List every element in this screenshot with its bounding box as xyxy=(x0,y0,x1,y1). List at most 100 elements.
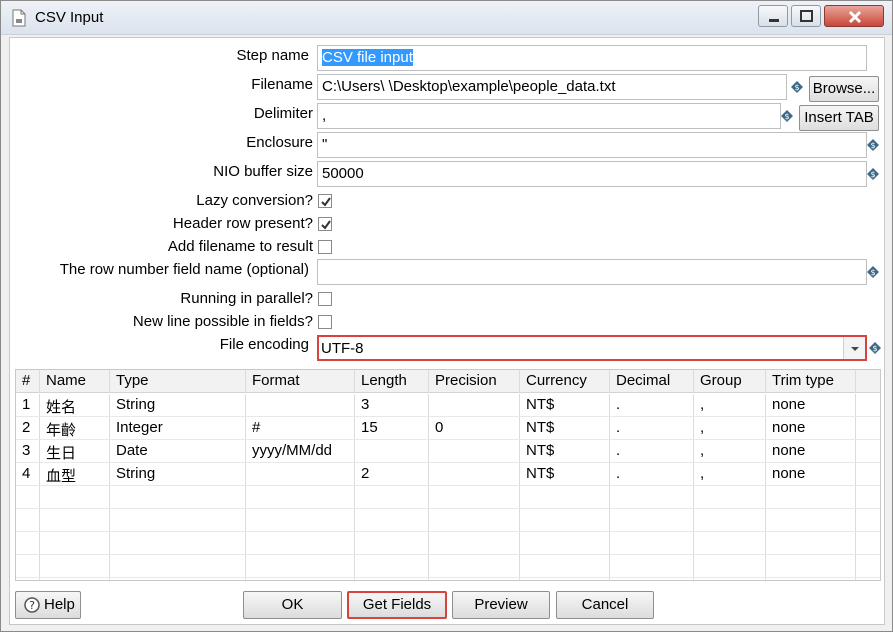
column-header[interactable]: # xyxy=(16,370,40,393)
table-cell[interactable]: 血型 xyxy=(40,463,110,486)
table-cell[interactable]: Integer xyxy=(110,417,246,440)
table-cell[interactable]: . xyxy=(610,463,694,486)
table-cell[interactable]: 姓名 xyxy=(40,394,110,417)
column-header[interactable]: Length xyxy=(355,370,429,393)
table-cell[interactable] xyxy=(766,578,856,580)
table-cell[interactable] xyxy=(110,578,246,580)
table-cell[interactable] xyxy=(110,509,246,532)
table-cell[interactable] xyxy=(610,555,694,578)
insert-tab-button[interactable]: Insert TAB xyxy=(799,105,879,131)
table-cell[interactable] xyxy=(246,555,355,578)
table-cell[interactable] xyxy=(246,532,355,555)
title-bar[interactable]: CSV Input xyxy=(1,1,892,35)
lazy-conversion-checkbox[interactable] xyxy=(318,194,332,208)
table-cell[interactable] xyxy=(429,486,520,509)
table-cell[interactable]: , xyxy=(694,394,766,417)
table-cell[interactable] xyxy=(110,555,246,578)
table-cell[interactable] xyxy=(429,532,520,555)
table-cell[interactable] xyxy=(766,486,856,509)
table-cell[interactable] xyxy=(429,440,520,463)
table-cell[interactable]: . xyxy=(610,417,694,440)
table-cell[interactable] xyxy=(429,578,520,580)
table-cell[interactable] xyxy=(694,532,766,555)
table-cell[interactable] xyxy=(694,486,766,509)
table-cell[interactable]: , xyxy=(694,463,766,486)
table-cell[interactable] xyxy=(355,555,429,578)
minimize-button[interactable] xyxy=(758,5,788,27)
nio-buffer-input[interactable]: 50000 xyxy=(317,161,867,187)
row-number-input[interactable] xyxy=(317,259,867,285)
table-cell[interactable] xyxy=(520,555,610,578)
table-cell[interactable] xyxy=(429,509,520,532)
table-row[interactable]: 3 生日 Date yyyy/MM/dd NT$., none xyxy=(16,440,880,463)
table-cell[interactable] xyxy=(610,532,694,555)
table-cell[interactable]: yyyy/MM/dd xyxy=(246,440,355,463)
table-cell[interactable]: . xyxy=(610,440,694,463)
table-row[interactable] xyxy=(16,509,880,532)
column-header[interactable]: Currency xyxy=(520,370,610,393)
table-row[interactable] xyxy=(16,532,880,555)
table-cell[interactable]: , xyxy=(694,417,766,440)
table-cell[interactable] xyxy=(246,578,355,580)
table-cell[interactable]: # xyxy=(246,417,355,440)
table-cell[interactable] xyxy=(429,394,520,417)
table-cell[interactable] xyxy=(694,578,766,580)
parallel-checkbox[interactable] xyxy=(318,292,332,306)
table-cell[interactable] xyxy=(40,555,110,578)
table-row[interactable]: 1 姓名 String 3 NT$., none xyxy=(16,394,880,417)
table-cell[interactable] xyxy=(766,555,856,578)
table-row[interactable] xyxy=(16,578,880,580)
close-button[interactable] xyxy=(824,5,884,27)
filename-input[interactable]: C:\Users\ \Desktop\example\people_data.t… xyxy=(317,74,787,100)
table-cell[interactable]: 年齡 xyxy=(40,417,110,440)
table-cell[interactable] xyxy=(40,532,110,555)
table-cell[interactable] xyxy=(110,532,246,555)
table-cell[interactable]: none xyxy=(766,394,856,417)
table-cell[interactable]: . xyxy=(610,394,694,417)
cancel-button[interactable]: Cancel xyxy=(556,591,654,619)
preview-button[interactable]: Preview xyxy=(452,591,550,619)
column-header[interactable]: Name xyxy=(40,370,110,393)
table-cell[interactable]: none xyxy=(766,417,856,440)
table-cell[interactable] xyxy=(110,486,246,509)
column-header[interactable]: Group xyxy=(694,370,766,393)
table-cell[interactable] xyxy=(355,578,429,580)
fields-table[interactable]: # Name Type Format Length Precision Curr… xyxy=(15,369,881,581)
table-cell[interactable] xyxy=(766,509,856,532)
table-cell[interactable] xyxy=(610,486,694,509)
table-cell[interactable]: String xyxy=(110,394,246,417)
table-cell[interactable] xyxy=(40,509,110,532)
table-cell[interactable] xyxy=(520,509,610,532)
table-cell[interactable]: String xyxy=(110,463,246,486)
enclosure-input[interactable]: " xyxy=(317,132,867,158)
table-cell[interactable] xyxy=(355,486,429,509)
column-header[interactable]: Trim type xyxy=(766,370,856,393)
table-row[interactable] xyxy=(16,486,880,509)
help-button[interactable]: ? Help xyxy=(15,591,81,619)
table-cell[interactable]: NT$ xyxy=(520,417,610,440)
table-cell[interactable] xyxy=(429,555,520,578)
table-cell[interactable]: 15 xyxy=(355,417,429,440)
table-cell[interactable]: none xyxy=(766,463,856,486)
table-cell[interactable] xyxy=(246,486,355,509)
table-cell[interactable]: NT$ xyxy=(520,394,610,417)
dropdown-button[interactable] xyxy=(843,337,865,359)
column-header[interactable]: Type xyxy=(110,370,246,393)
column-header[interactable]: Precision xyxy=(429,370,520,393)
get-fields-button[interactable]: Get Fields xyxy=(347,591,447,619)
browse-button[interactable]: Browse... xyxy=(809,76,879,102)
column-header[interactable]: Decimal xyxy=(610,370,694,393)
table-cell[interactable] xyxy=(610,509,694,532)
table-cell[interactable]: 生日 xyxy=(40,440,110,463)
table-cell[interactable]: , xyxy=(694,440,766,463)
table-cell[interactable] xyxy=(355,440,429,463)
table-cell[interactable] xyxy=(355,532,429,555)
table-cell[interactable] xyxy=(246,509,355,532)
table-cell[interactable]: 3 xyxy=(355,394,429,417)
table-cell[interactable]: 2 xyxy=(355,463,429,486)
table-cell[interactable] xyxy=(429,463,520,486)
ok-button[interactable]: OK xyxy=(243,591,342,619)
table-cell[interactable]: none xyxy=(766,440,856,463)
table-cell[interactable] xyxy=(766,532,856,555)
table-cell[interactable] xyxy=(246,463,355,486)
